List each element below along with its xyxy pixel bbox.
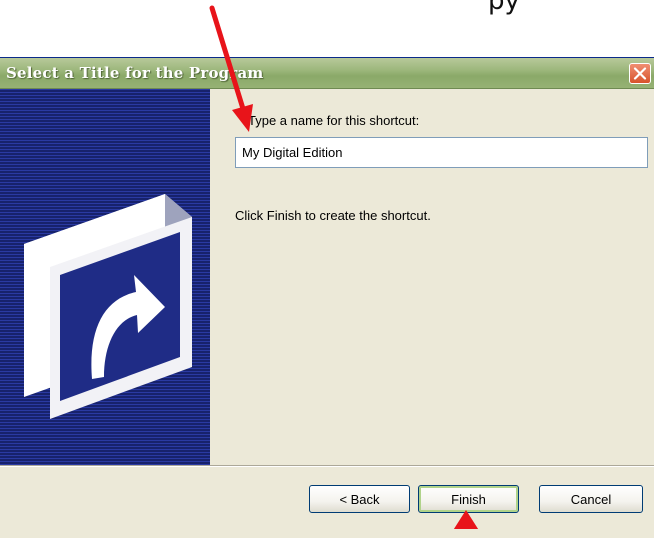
title-bar[interactable]: Select a Title for the Program: [0, 58, 654, 89]
shortcut-name-label: Type a name for this shortcut:: [248, 113, 420, 128]
finish-button[interactable]: Finish: [418, 485, 519, 513]
button-separator: [0, 465, 654, 467]
caption-text: py: [488, 0, 520, 16]
shortcut-name-input[interactable]: [235, 137, 648, 168]
dialog-title: Select a Title for the Program: [6, 64, 264, 82]
back-button[interactable]: < Back: [309, 485, 410, 513]
wizard-banner: [0, 89, 210, 465]
close-button[interactable]: [629, 63, 651, 84]
shortcut-dialog: Select a Title for the Program Type a na…: [0, 58, 654, 538]
finish-instruction: Click Finish to create the shortcut.: [235, 208, 431, 223]
cancel-button[interactable]: Cancel: [539, 485, 643, 513]
close-icon: [633, 67, 647, 80]
shortcut-arrow-icon: [24, 194, 192, 419]
